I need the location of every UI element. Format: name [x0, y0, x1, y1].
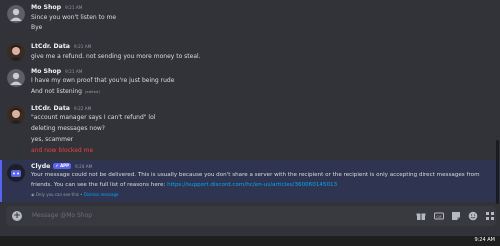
support-link[interactable]: https://support.discord.com/hc/en-us/art… [167, 182, 337, 188]
avatar[interactable] [7, 69, 25, 87]
timestamp: 9:21 AM [74, 44, 92, 49]
author-label[interactable]: Mo Shop [31, 4, 61, 11]
author-name[interactable]: Clyde ✔ APP 9:24 AM [31, 163, 92, 170]
clyde-text: friends. You can see the full list of re… [31, 182, 337, 188]
author-label[interactable]: Mo Shop [31, 68, 61, 75]
message-group: LtCdr. Data 9:21 AM give me a refund. not… [0, 40, 490, 62]
message-text: deleting messages now? [31, 125, 105, 132]
author-name[interactable]: LtCdr. Data 9:21 AM [31, 43, 91, 50]
dismiss-message-link[interactable]: Dismiss message [84, 192, 119, 197]
gif-icon[interactable]: GIF [433, 211, 444, 221]
apps-icon[interactable] [484, 211, 495, 221]
ephemeral-notice: ◉ Only you can see this • Dismiss messag… [31, 192, 118, 197]
message-group: Mo Shop 9:21 AM I have my own proof that … [0, 66, 490, 98]
system-clock[interactable]: 9:24 AM [474, 237, 495, 243]
ephemeral-label: Only you can see this • [35, 192, 83, 197]
edited-marker: (edited) [84, 89, 100, 94]
clyde-system-message: Clyde ✔ APP 9:24 AM Your message could not… [0, 160, 500, 202]
message-group: LtCdr. Data 9:22 AM "account manager says… [0, 103, 490, 159]
svg-text:GIF: GIF [436, 215, 442, 219]
author-label[interactable]: LtCdr. Data [31, 43, 70, 50]
add-attachment-button[interactable]: + [12, 211, 22, 221]
clyde-text: Your message could not be delivered. Thi… [31, 172, 480, 178]
author-name[interactable]: Mo Shop 9:21 AM [31, 4, 82, 11]
clyde-avatar[interactable] [7, 164, 25, 182]
timestamp: 9:21 AM [65, 5, 83, 10]
avatar[interactable] [7, 106, 25, 124]
message-text: Since you won't listen to me [31, 14, 117, 21]
message-text-content: And not listening [31, 88, 82, 95]
message-text-failed: and now blocked me [31, 147, 94, 154]
author-name[interactable]: Mo Shop 9:21 AM [31, 68, 82, 75]
message-list[interactable]: Mo Shop 9:21 AM Since you won't listen to… [0, 0, 500, 205]
message-text: "account manager says I can't refund" lo… [31, 114, 156, 121]
author-label[interactable]: Clyde [31, 163, 50, 170]
clyde-text-content: friends. You can see the full list of re… [31, 182, 168, 188]
message-text: I have my own proof that you're just bei… [31, 77, 175, 84]
os-taskbar: 9:24 AM [0, 236, 500, 246]
author-name[interactable]: LtCdr. Data 9:22 AM [31, 105, 91, 112]
timestamp: 9:24 AM [75, 164, 93, 169]
message-text: Bye [31, 24, 43, 31]
avatar[interactable] [7, 43, 25, 61]
emoji-icon[interactable] [467, 211, 478, 221]
app-badge: ✔ APP [53, 163, 72, 169]
message-text: yes, scammer [31, 136, 74, 143]
gift-icon[interactable] [415, 211, 426, 221]
timestamp: 9:21 AM [65, 69, 83, 74]
message-composer[interactable]: + Message @Mo Shop GIF [6, 206, 496, 226]
timestamp: 9:22 AM [74, 106, 92, 111]
message-input[interactable]: Message @Mo Shop [32, 212, 92, 219]
message-text: And not listening (edited) [31, 88, 100, 95]
message-text: give me a refund. not sending you more m… [31, 53, 201, 60]
avatar[interactable] [7, 5, 25, 23]
scrollbar[interactable] [496, 140, 499, 204]
author-label[interactable]: LtCdr. Data [31, 105, 70, 112]
message-group: Mo Shop 9:21 AM Since you won't listen to… [0, 0, 490, 32]
sticker-icon[interactable] [450, 211, 461, 221]
